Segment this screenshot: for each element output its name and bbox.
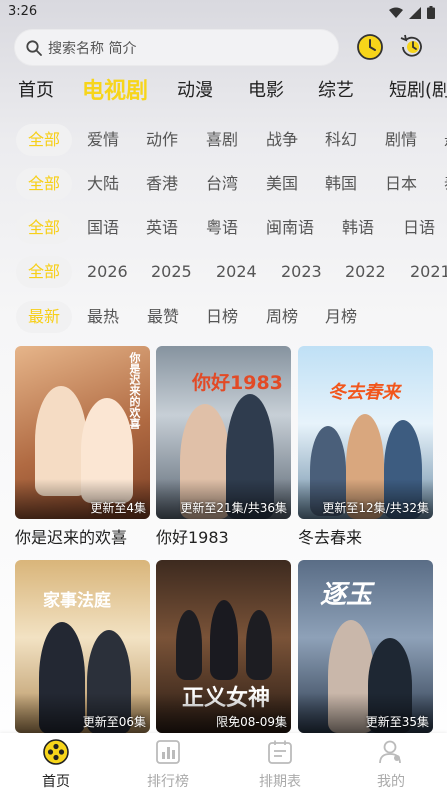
filter-chip[interactable]: 动作 [146, 124, 178, 156]
episode-badge: 更新至12集/共32集 [322, 501, 429, 515]
film-reel-icon [43, 739, 69, 765]
poster-art-title: 家事法庭 [43, 591, 111, 611]
tab-variety[interactable]: 综艺 [318, 76, 354, 102]
filter-chip[interactable]: 2022 [345, 256, 386, 288]
nav-label: 排期表 [259, 774, 301, 790]
episode-badge: 更新至4集 [90, 501, 146, 515]
filter-chip[interactable]: 剧情 [385, 124, 417, 156]
episode-badge: 限免08-09集 [216, 715, 287, 729]
poster-card[interactable]: 你好1983 更新至21集/共36集 [156, 346, 291, 519]
wifi-icon [389, 7, 403, 18]
status-icons [389, 6, 435, 19]
history-button[interactable] [355, 32, 385, 62]
clock-arrow-icon [400, 34, 422, 57]
filter-genre: 全部 爱情 动作 喜剧 战争 科幻 剧情 悬 [0, 124, 447, 156]
history-icon [357, 34, 383, 60]
poster-figure [176, 610, 202, 680]
filter-chip[interactable]: 日本 [385, 168, 417, 200]
filter-chip[interactable]: 科幻 [325, 124, 357, 156]
poster-card[interactable]: 正义女神 限免08-09集 [156, 560, 291, 733]
poster-art-title: 逐玉 [320, 580, 373, 610]
filter-chip[interactable]: 日榜 [206, 301, 238, 333]
bottom-nav: 首页 排行榜 排期表 我的 [0, 733, 447, 795]
filter-chip[interactable]: 日语 [403, 212, 435, 244]
filter-chip[interactable]: 月榜 [325, 301, 357, 333]
search-icon [26, 39, 42, 56]
filter-chip[interactable]: 2023 [281, 256, 322, 288]
filter-chip[interactable]: 美国 [266, 168, 298, 200]
poster-card[interactable]: 家事法庭 更新至06集 [15, 560, 150, 733]
filter-chip[interactable]: 国语 [87, 212, 119, 244]
tab-movies[interactable]: 电影 [248, 76, 284, 102]
poster-card[interactable]: 逐玉 更新至35集 [298, 560, 433, 733]
filter-chip[interactable]: 最赞 [147, 301, 179, 333]
filter-chip[interactable]: 英语 [146, 212, 178, 244]
poster-art-title: 冬去春来 [328, 382, 400, 403]
battery-icon [427, 6, 435, 19]
filter-chip[interactable]: 大陆 [87, 168, 119, 200]
category-tabs: 首页 电视剧 动漫 电影 综艺 短剧(剧 [0, 76, 447, 106]
status-bar: 3:26 [0, 0, 447, 26]
filter-chip[interactable]: 2025 [151, 256, 192, 288]
signal-icon [409, 6, 421, 19]
filter-sort: 最新 最热 最赞 日榜 周榜 月榜 [0, 301, 447, 333]
search-row: 搜索名称 简介 [14, 29, 434, 67]
episode-badge: 更新至21集/共36集 [180, 501, 287, 515]
poster-art-title: 你是迟来的欢喜 [128, 352, 141, 429]
search-input[interactable]: 搜索名称 简介 [14, 29, 339, 66]
filter-language: 全部 国语 英语 粤语 闽南语 韩语 日语 其 [0, 212, 447, 244]
filter-chip[interactable]: 全部 [16, 256, 73, 288]
poster-art-title: 你好1983 [192, 372, 283, 394]
filter-chip[interactable]: 2026 [87, 256, 128, 288]
poster-card[interactable]: 你是迟来的欢喜 更新至4集 [15, 346, 150, 519]
tab-short-drama[interactable]: 短剧(剧 [389, 76, 447, 102]
filter-region: 全部 大陆 香港 台湾 美国 韩国 日本 泰 [0, 168, 447, 200]
filter-chip[interactable]: 韩国 [325, 168, 357, 200]
filter-chip[interactable]: 全部 [16, 212, 73, 244]
poster-figure [246, 610, 272, 680]
poster-title[interactable]: 冬去春来 [298, 524, 362, 548]
nav-rankings[interactable]: 排行榜 [128, 739, 208, 791]
poster-title[interactable]: 你是迟来的欢喜 [15, 524, 127, 548]
episode-badge: 更新至06集 [82, 715, 146, 729]
search-placeholder: 搜索名称 简介 [48, 40, 137, 57]
user-icon [379, 740, 401, 764]
tab-anime[interactable]: 动漫 [177, 76, 213, 102]
nav-label: 排行榜 [147, 774, 189, 790]
poster-title[interactable]: 你好1983 [156, 524, 229, 548]
nav-home[interactable]: 首页 [16, 739, 96, 791]
filter-chip[interactable]: 2024 [216, 256, 257, 288]
filter-chip[interactable]: 香港 [146, 168, 178, 200]
nav-label: 我的 [377, 774, 405, 790]
filter-chip[interactable]: 最热 [87, 301, 119, 333]
filter-chip[interactable]: 爱情 [87, 124, 119, 156]
filter-chip[interactable]: 全部 [16, 168, 73, 200]
nav-profile[interactable]: 我的 [351, 739, 431, 791]
calendar-icon [268, 740, 292, 764]
bar-chart-icon [156, 740, 180, 764]
nav-label: 首页 [42, 774, 70, 790]
status-time: 3:26 [8, 4, 38, 19]
filter-year: 全部 2026 2025 2024 2023 2022 2021 [0, 256, 447, 288]
poster-figure [210, 600, 238, 680]
filter-chip[interactable]: 全部 [16, 124, 73, 156]
filter-chip[interactable]: 2021 [410, 256, 447, 288]
recent-button[interactable] [397, 32, 427, 62]
filter-chip[interactable]: 最新 [16, 301, 73, 333]
filter-chip[interactable]: 闽南语 [266, 212, 314, 244]
filter-chip[interactable]: 台湾 [206, 168, 238, 200]
tab-tv-series[interactable]: 电视剧 [82, 76, 148, 105]
episode-badge: 更新至35集 [365, 715, 429, 729]
filter-chip[interactable]: 战争 [266, 124, 298, 156]
filter-chip[interactable]: 喜剧 [206, 124, 238, 156]
filter-chip[interactable]: 周榜 [266, 301, 298, 333]
poster-card[interactable]: 冬去春来 更新至12集/共32集 [298, 346, 433, 519]
tab-home[interactable]: 首页 [18, 76, 54, 102]
nav-schedule[interactable]: 排期表 [240, 739, 320, 791]
filter-chip[interactable]: 粤语 [206, 212, 238, 244]
filter-chip[interactable]: 韩语 [342, 212, 374, 244]
